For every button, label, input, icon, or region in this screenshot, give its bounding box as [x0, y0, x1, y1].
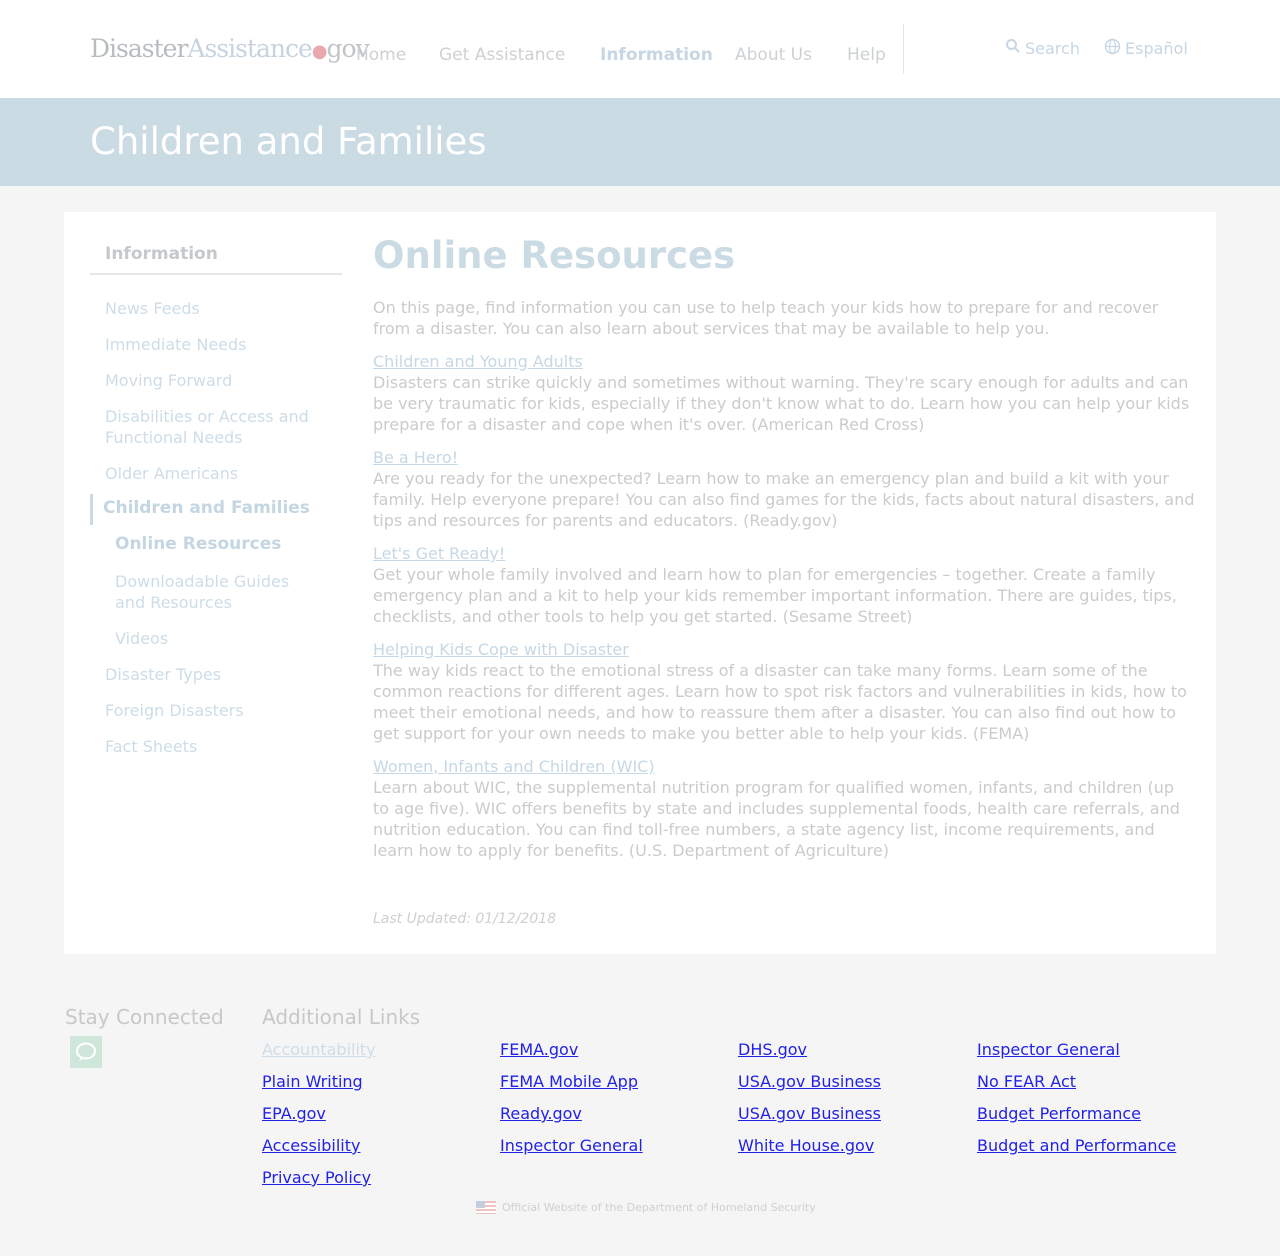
sidebar-item-fact-sheets[interactable]: Fact Sheets: [105, 736, 197, 757]
resource-description: The way kids react to the emotional stre…: [373, 661, 1187, 743]
nav-divider: [903, 24, 904, 74]
footer-link-ready[interactable]: Ready.gov: [500, 1104, 582, 1124]
sidebar-item-disaster-types[interactable]: Disaster Types: [105, 664, 221, 685]
sidebar-subitem-guides-line1[interactable]: Downloadable Guides: [115, 571, 289, 592]
nav-home[interactable]: Home: [356, 45, 406, 65]
us-flag-icon: [476, 1201, 496, 1214]
page-title: Children and Families: [90, 120, 487, 163]
resource-link-helping-kids-cope[interactable]: Helping Kids Cope with Disaster: [373, 639, 629, 660]
resource-link-wic[interactable]: Women, Infants and Children (WIC): [373, 756, 655, 777]
nav-help[interactable]: Help: [847, 45, 886, 65]
site-logo[interactable]: DisasterAssistance●gov: [90, 34, 370, 63]
stay-connected-heading: Stay Connected: [65, 1005, 224, 1029]
search-link[interactable]: Search: [1005, 38, 1080, 58]
sidebar-item-older-americans[interactable]: Older Americans: [105, 463, 238, 484]
official-website-text: Official Website of the Department of Ho…: [502, 1201, 816, 1214]
footer-link-fema[interactable]: FEMA.gov: [500, 1040, 578, 1060]
footer-link-budget-performance[interactable]: Budget Performance: [977, 1104, 1141, 1124]
resource-link-children-young-adults[interactable]: Children and Young Adults: [373, 351, 583, 372]
logo-dot: ●: [311, 41, 328, 62]
sidebar-item-immediate-needs[interactable]: Immediate Needs: [105, 334, 247, 355]
sidebar-active-indicator: [90, 494, 93, 525]
logo-part-assistance: Assistance: [187, 34, 312, 63]
nav-get-assistance[interactable]: Get Assistance: [439, 45, 565, 65]
logo-part-disaster: Disaster: [90, 34, 188, 63]
resource-description: Get your whole family involved and learn…: [373, 565, 1177, 626]
official-website-notice: Official Website of the Department of Ho…: [476, 1201, 816, 1214]
sidebar-item-moving-forward[interactable]: Moving Forward: [105, 370, 232, 391]
resource-description: Learn about WIC, the supplemental nutrit…: [373, 778, 1180, 860]
footer-link-usa-business[interactable]: USA.gov Business: [738, 1072, 881, 1092]
sidebar-subitem-guides-line2[interactable]: and Resources: [115, 592, 232, 613]
footer-link-epa[interactable]: EPA.gov: [262, 1104, 326, 1124]
sidebar-item-news-feeds[interactable]: News Feeds: [105, 298, 200, 319]
resource-description: Are you ready for the unexpected? Learn …: [373, 469, 1195, 530]
footer-link-white-house[interactable]: White House.gov: [738, 1136, 874, 1156]
site-header: DisasterAssistance●gov Home Get Assistan…: [0, 0, 1280, 98]
footer-link-plain-writing[interactable]: Plain Writing: [262, 1072, 363, 1092]
footer-link-inspector-general-2[interactable]: Inspector General: [977, 1040, 1120, 1060]
language-label: Español: [1125, 39, 1188, 58]
globe-icon: [1104, 38, 1121, 59]
search-label: Search: [1025, 38, 1080, 58]
additional-links-heading: Additional Links: [262, 1005, 421, 1029]
nav-about-us[interactable]: About Us: [735, 45, 812, 65]
footer-link-accessibility[interactable]: Accessibility: [262, 1136, 360, 1156]
page-banner: Children and Families: [0, 98, 1280, 186]
sidebar-subitem-videos[interactable]: Videos: [115, 628, 168, 649]
footer-link-usa-business-2[interactable]: USA.gov Business: [738, 1104, 881, 1124]
article-title: Online Resources: [373, 234, 736, 277]
nav-information[interactable]: Information: [600, 45, 713, 65]
footer-link-dhs[interactable]: DHS.gov: [738, 1040, 807, 1060]
sidebar-item-foreign-disasters[interactable]: Foreign Disasters: [105, 700, 244, 721]
footer-link-budget-and-performance[interactable]: Budget and Performance: [977, 1136, 1176, 1156]
search-icon: [1005, 38, 1021, 58]
sidebar-item-children-families[interactable]: Children and Families: [103, 498, 310, 519]
footer-link-privacy-policy[interactable]: Privacy Policy: [262, 1168, 371, 1188]
footer-link-no-fear-act[interactable]: No FEAR Act: [977, 1072, 1076, 1092]
chat-icon[interactable]: [70, 1036, 102, 1068]
footer-link-inspector-general[interactable]: Inspector General: [500, 1136, 643, 1156]
resource-description: Disasters can strike quickly and sometim…: [373, 373, 1190, 434]
language-link[interactable]: Español: [1104, 38, 1188, 59]
sidebar-item-disabilities-line2[interactable]: Functional Needs: [105, 427, 243, 448]
last-updated: Last Updated: 01/12/2018: [373, 911, 557, 927]
sidebar-item-disabilities-line1[interactable]: Disabilities or Access and: [105, 406, 309, 427]
resource-link-lets-get-ready[interactable]: Let's Get Ready!: [373, 543, 505, 564]
resource-link-be-a-hero[interactable]: Be a Hero!: [373, 447, 458, 468]
footer-link-accountability[interactable]: Accountability: [262, 1040, 376, 1060]
sidebar-heading: Information: [90, 244, 342, 275]
article-intro: On this page, find information you can u…: [373, 298, 1159, 338]
sidebar-subitem-online-resources[interactable]: Online Resources: [115, 534, 281, 555]
footer-link-fema-mobile-app[interactable]: FEMA Mobile App: [500, 1072, 638, 1092]
